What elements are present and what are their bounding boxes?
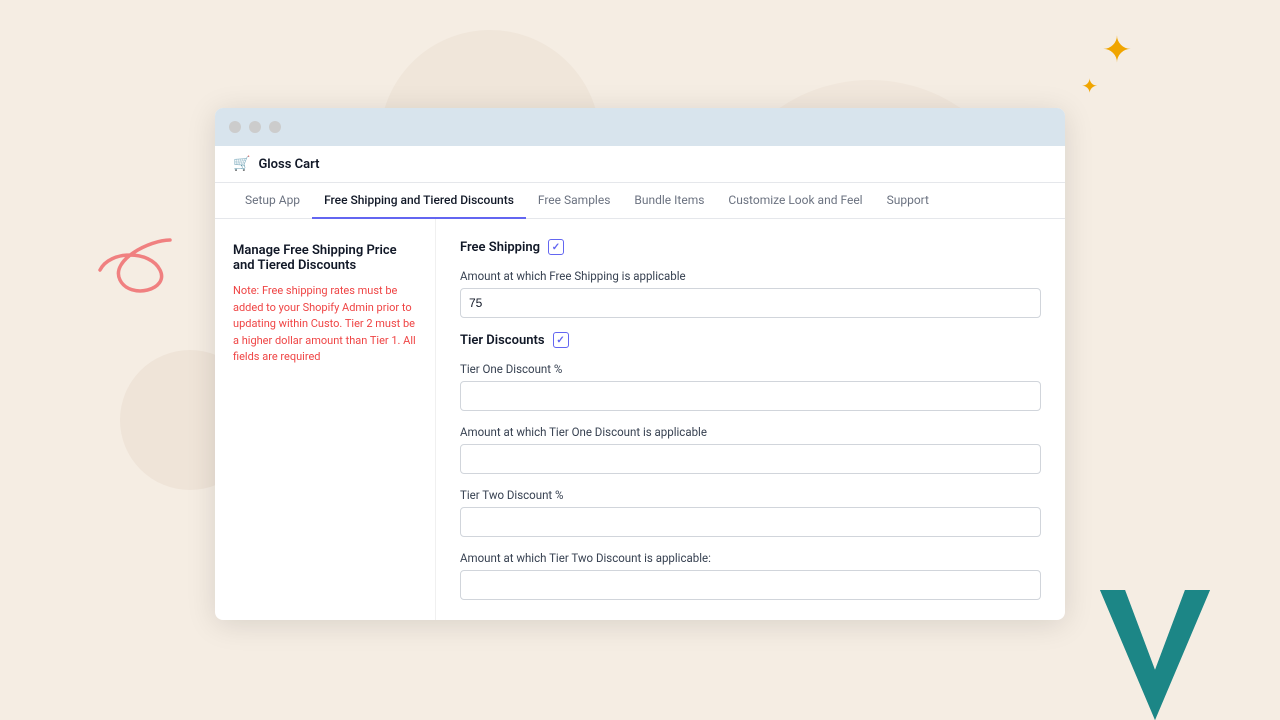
traffic-light-red	[229, 121, 241, 133]
free-shipping-label: Free Shipping	[460, 240, 540, 255]
right-panel: Free Shipping Amount at which Free Shipp…	[435, 219, 1065, 620]
tier-one-discount-input[interactable]	[460, 381, 1041, 411]
app-header: 🛒 Gloss Cart	[215, 146, 1065, 183]
free-shipping-row: Free Shipping	[460, 239, 1041, 255]
tier-discounts-label: Tier Discounts	[460, 333, 545, 348]
traffic-light-yellow	[249, 121, 261, 133]
browser-window: 🛒 Gloss Cart Setup App Free Shipping and…	[215, 108, 1065, 620]
sparkle-large-icon: ✦	[1102, 32, 1132, 68]
tier-discounts-section: Tier Discounts Tier One Discount % Amoun…	[460, 332, 1041, 600]
tier-two-amount-label: Amount at which Tier Two Discount is app…	[460, 551, 1041, 565]
content-area: Manage Free Shipping Price and Tiered Di…	[215, 219, 1065, 620]
tier-two-amount-input[interactable]	[460, 570, 1041, 600]
app-logo-icon: 🛒	[233, 156, 250, 172]
free-shipping-amount-group: Amount at which Free Shipping is applica…	[460, 269, 1041, 318]
sparkle-small-icon: ✦	[1081, 76, 1098, 96]
left-panel: Manage Free Shipping Price and Tiered Di…	[215, 219, 435, 620]
app-title: Gloss Cart	[258, 157, 319, 172]
tier-one-discount-label: Tier One Discount %	[460, 362, 1041, 376]
tier-one-discount-group: Tier One Discount %	[460, 362, 1041, 411]
tab-support[interactable]: Support	[875, 183, 941, 219]
tier-one-amount-label: Amount at which Tier One Discount is app…	[460, 425, 1041, 439]
tab-setup-app[interactable]: Setup App	[233, 183, 312, 219]
note-text: Note: Free shipping rates must be added …	[233, 283, 417, 366]
tier-discounts-checkbox[interactable]	[553, 332, 569, 348]
tier-two-discount-group: Tier Two Discount %	[460, 488, 1041, 537]
manage-section-title: Manage Free Shipping Price and Tiered Di…	[233, 243, 417, 273]
tier-one-amount-input[interactable]	[460, 444, 1041, 474]
tier-two-discount-label: Tier Two Discount %	[460, 488, 1041, 502]
tab-free-shipping[interactable]: Free Shipping and Tiered Discounts	[312, 183, 526, 219]
free-shipping-amount-input[interactable]	[460, 288, 1041, 318]
v-shape-decoration	[1090, 590, 1220, 720]
traffic-light-green	[269, 121, 281, 133]
free-shipping-amount-label: Amount at which Free Shipping is applica…	[460, 269, 1041, 283]
tier-discounts-row: Tier Discounts	[460, 332, 1041, 348]
tier-one-amount-group: Amount at which Tier One Discount is app…	[460, 425, 1041, 474]
tab-bundle-items[interactable]: Bundle Items	[622, 183, 716, 219]
tab-free-samples[interactable]: Free Samples	[526, 183, 623, 219]
nav-tabs: Setup App Free Shipping and Tiered Disco…	[215, 183, 1065, 219]
free-shipping-checkbox[interactable]	[548, 239, 564, 255]
squiggle-decoration	[90, 230, 200, 310]
tab-customize[interactable]: Customize Look and Feel	[716, 183, 874, 219]
tier-two-amount-group: Amount at which Tier Two Discount is app…	[460, 551, 1041, 600]
tier-two-discount-input[interactable]	[460, 507, 1041, 537]
title-bar	[215, 108, 1065, 146]
